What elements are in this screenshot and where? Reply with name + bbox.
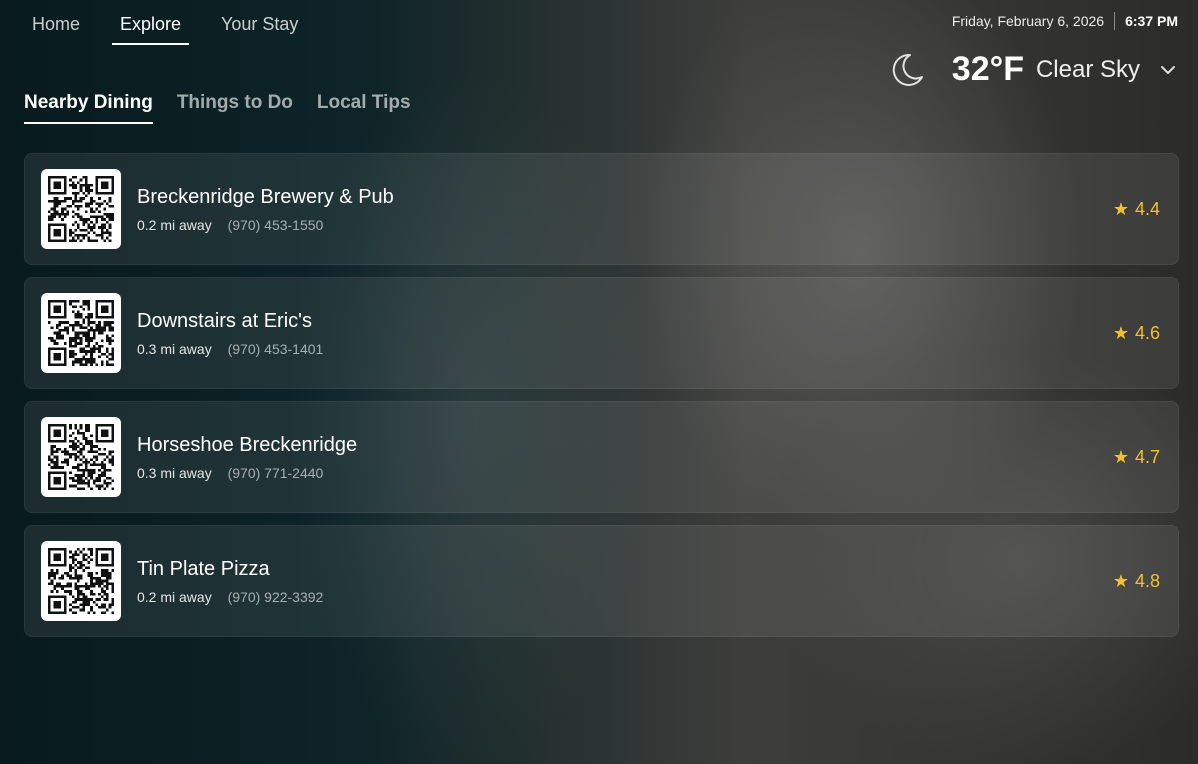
list-item-info: Horseshoe Breckenridge 0.3 mi away (970)… [137, 434, 1113, 481]
list-item[interactable]: Horseshoe Breckenridge 0.3 mi away (970)… [24, 401, 1179, 513]
qr-code [41, 417, 121, 497]
restaurant-rating: ★ 4.6 [1113, 323, 1160, 344]
restaurant-name: Tin Plate Pizza [137, 557, 270, 580]
weather-widget[interactable]: 32°F Clear Sky [888, 50, 1176, 89]
moon-icon [892, 53, 923, 86]
tab-nearby-dining[interactable]: Nearby Dining [24, 92, 153, 124]
restaurant-meta: 0.3 mi away (970) 453-1401 [137, 341, 1113, 357]
restaurant-meta: 0.2 mi away (970) 922-3392 [137, 589, 1113, 605]
list-item-info: Breckenridge Brewery & Pub 0.2 mi away (… [137, 186, 1113, 233]
nav-home[interactable]: Home [24, 10, 88, 45]
list-item[interactable]: Breckenridge Brewery & Pub 0.2 mi away (… [24, 153, 1179, 265]
restaurant-phone: (970) 453-1401 [227, 340, 324, 357]
star-icon: ★ [1112, 198, 1129, 219]
restaurant-distance: 0.3 mi away [137, 340, 212, 357]
nav-your-stay[interactable]: Your Stay [213, 10, 306, 45]
restaurant-rating: ★ 4.7 [1113, 447, 1160, 468]
weather-condition: Clear Sky [1035, 55, 1140, 83]
weather-temperature: 32°F [951, 50, 1024, 88]
qr-code [41, 541, 121, 621]
restaurant-distance: 0.3 mi away [137, 464, 212, 481]
list-item[interactable]: Downstairs at Eric's 0.3 mi away (970) 4… [24, 277, 1179, 389]
main-nav: Home Explore Your Stay [24, 10, 330, 45]
rating-value: 4.6 [1134, 322, 1160, 343]
chevron-down-icon[interactable] [1160, 65, 1176, 75]
qr-code [41, 293, 121, 373]
star-icon: ★ [1112, 446, 1129, 467]
restaurant-phone: (970) 922-3392 [227, 588, 324, 605]
restaurant-distance: 0.2 mi away [137, 216, 212, 233]
list-item-info: Tin Plate Pizza 0.2 mi away (970) 922-33… [137, 558, 1113, 605]
tab-things-to-do[interactable]: Things to Do [177, 92, 293, 124]
date-time-divider [1114, 12, 1116, 30]
restaurant-name: Breckenridge Brewery & Pub [137, 185, 394, 208]
explore-tabs: Nearby Dining Things to Do Local Tips [24, 92, 435, 124]
restaurant-rating: ★ 4.4 [1113, 199, 1160, 220]
restaurant-rating: ★ 4.8 [1113, 571, 1160, 592]
restaurant-meta: 0.3 mi away (970) 771-2440 [137, 465, 1113, 481]
current-time: 6:37 PM [1125, 13, 1178, 29]
restaurant-meta: 0.2 mi away (970) 453-1550 [137, 217, 1113, 233]
nav-explore[interactable]: Explore [112, 10, 190, 45]
restaurant-name: Downstairs at Eric's [137, 309, 312, 332]
tab-local-tips[interactable]: Local Tips [317, 92, 411, 124]
star-icon: ★ [1112, 322, 1129, 343]
date-time: Friday, February 6, 2026 6:37 PM [952, 12, 1178, 30]
rating-value: 4.7 [1134, 446, 1160, 467]
qr-code [41, 169, 121, 249]
restaurant-phone: (970) 771-2440 [227, 464, 324, 481]
rating-value: 4.8 [1134, 570, 1160, 591]
restaurant-name: Horseshoe Breckenridge [137, 433, 358, 456]
restaurant-distance: 0.2 mi away [137, 588, 212, 605]
list-item-info: Downstairs at Eric's 0.3 mi away (970) 4… [137, 310, 1113, 357]
restaurant-phone: (970) 453-1550 [227, 216, 324, 233]
qr-code-icon [48, 300, 114, 366]
qr-code-icon [48, 548, 114, 614]
dining-list: Breckenridge Brewery & Pub 0.2 mi away (… [24, 153, 1179, 649]
current-date: Friday, February 6, 2026 [951, 13, 1105, 29]
qr-code-icon [48, 176, 114, 242]
qr-code-icon [48, 424, 114, 490]
star-icon: ★ [1112, 570, 1129, 591]
list-item[interactable]: Tin Plate Pizza 0.2 mi away (970) 922-33… [24, 525, 1179, 637]
rating-value: 4.4 [1134, 198, 1160, 219]
